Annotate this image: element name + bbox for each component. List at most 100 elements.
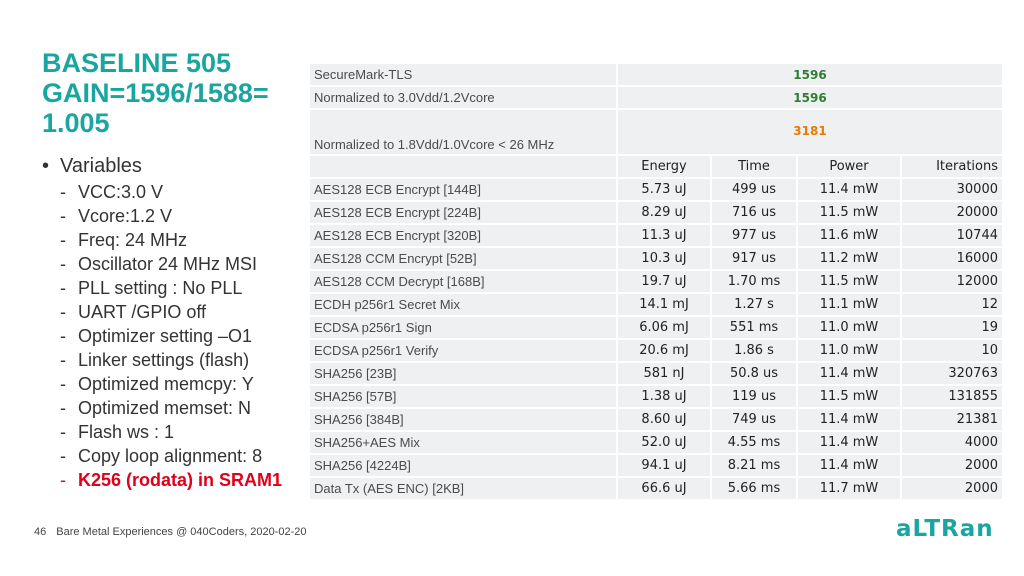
title-line: 1.005 (42, 108, 110, 138)
variables-label: Variables (60, 155, 142, 177)
energy-cell: 6.06 mJ (618, 317, 710, 338)
setting-text: UART /GPIO off (78, 302, 207, 322)
table-row: ECDSA p256r1 Verify 20.6 mJ 1.86 s 11.0 mW 1… (310, 340, 1002, 361)
title-line: GAIN=1596/1588= (42, 78, 269, 108)
slide-title: BASELINE 505 GAIN=1596/1588= 1.005 (42, 48, 302, 138)
title-line: BASELINE 505 (42, 48, 232, 78)
column-header-iterations: Iterations (902, 156, 1002, 177)
time-cell: 551 ms (712, 317, 796, 338)
table-row: ECDSA p256r1 Sign 6.06 mJ 551 ms 11.0 mW 19 (310, 317, 1002, 338)
bullet-icon: • (42, 155, 50, 177)
energy-cell: 20.6 mJ (618, 340, 710, 361)
energy-cell: 581 nJ (618, 363, 710, 384)
setting-text: Optimized memset: N (78, 398, 252, 418)
variables-heading: • Variables (42, 152, 312, 180)
benchmark-name: Data Tx (AES ENC) [2KB] (310, 478, 616, 499)
time-cell: 119 us (712, 386, 796, 407)
time-cell: 977 us (712, 225, 796, 246)
iterations-cell: 4000 (902, 432, 1002, 453)
setting-item: - Optimized memset: N (60, 398, 252, 418)
highlight-setting-text: K256 (rodata) in SRAM1 (78, 470, 283, 490)
power-cell: 11.0 mW (798, 317, 900, 338)
power-cell: 11.2 mW (798, 248, 900, 269)
iterations-cell: 30000 (902, 179, 1002, 200)
footer-text: Bare Metal Experiences @ 040Coders, 2020… (56, 526, 307, 538)
setting-text: PLL setting : No PLL (78, 278, 243, 298)
column-header-power: Power (798, 156, 900, 177)
setting-text: Copy loop alignment: 8 (78, 446, 263, 466)
benchmark-table: SecureMark-TLS 1596 Normalized to 3.0Vdd… (308, 62, 1004, 501)
time-cell: 5.66 ms (712, 478, 796, 499)
table-row: AES128 CCM Decrypt [168B] 19.7 uJ 1.70 ms 1… (310, 271, 1002, 292)
iterations-cell: 20000 (902, 202, 1002, 223)
benchmark-name: AES128 CCM Decrypt [168B] (310, 271, 616, 292)
energy-cell: 10.3 uJ (618, 248, 710, 269)
benchmark-name: AES128 ECB Encrypt [144B] (310, 179, 616, 200)
benchmark-name: ECDH p256r1 Secret Mix (310, 294, 616, 315)
setting-item: - UART /GPIO off (60, 302, 207, 322)
benchmark-name: AES128 CCM Encrypt [52B] (310, 248, 616, 269)
power-cell: 11.4 mW (798, 455, 900, 476)
energy-cell: 52.0 uJ (618, 432, 710, 453)
iterations-cell: 10 (902, 340, 1002, 361)
iterations-cell: 21381 (902, 409, 1002, 430)
benchmark-name: ECDSA p256r1 Sign (310, 317, 616, 338)
column-header-time: Time (712, 156, 796, 177)
benchmark-name: SHA256 [57B] (310, 386, 616, 407)
power-cell: 11.0 mW (798, 340, 900, 361)
energy-cell: 8.29 uJ (618, 202, 710, 223)
summary-row: Normalized to 1.8Vdd/1.0Vcore < 26 MHz 3… (310, 110, 1002, 154)
setting-text: Oscillator 24 MHz MSI (78, 254, 258, 274)
power-cell: 11.6 mW (798, 225, 900, 246)
iterations-cell: 16000 (902, 248, 1002, 269)
setting-item: - Flash ws : 1 (60, 422, 175, 442)
time-cell: 4.55 ms (712, 432, 796, 453)
benchmark-name: SHA256 [4224B] (310, 455, 616, 476)
time-cell: 1.70 ms (712, 271, 796, 292)
iterations-cell: 320763 (902, 363, 1002, 384)
iterations-cell: 12 (902, 294, 1002, 315)
table-row: SHA256 [23B] 581 nJ 50.8 us 11.4 mW 320763 (310, 363, 1002, 384)
normalized-value: 1596 (618, 87, 1002, 108)
power-cell: 11.5 mW (798, 386, 900, 407)
setting-text: VCC:3.0 V (78, 182, 164, 202)
setting-item: - Copy loop alignment: 8 (60, 446, 263, 466)
benchmark-name: AES128 ECB Encrypt [320B] (310, 225, 616, 246)
power-cell: 11.5 mW (798, 202, 900, 223)
time-cell: 716 us (712, 202, 796, 223)
energy-cell: 19.7 uJ (618, 271, 710, 292)
time-cell: 1.86 s (712, 340, 796, 361)
table-row: AES128 ECB Encrypt [224B] 8.29 uJ 716 us 11… (310, 202, 1002, 223)
power-cell: 11.4 mW (798, 409, 900, 430)
energy-cell: 94.1 uJ (618, 455, 710, 476)
table-row: SHA256 [4224B] 94.1 uJ 8.21 ms 11.4 mW 2000 (310, 455, 1002, 476)
footer: 46 Bare Metal Experiences @ 040Coders, 20… (34, 526, 307, 538)
setting-item: - Oscillator 24 MHz MSI (60, 254, 258, 274)
normalized-label: Normalized to 3.0Vdd/1.2Vcore (310, 87, 616, 108)
energy-cell: 1.38 uJ (618, 386, 710, 407)
normalized18-value: 3181 (618, 110, 1002, 154)
variables-list: • Variables - VCC:3.0 V - Vcore:1.2 V - Freq… (42, 152, 312, 492)
table-row: AES128 CCM Encrypt [52B] 10.3 uJ 917 us 11.… (310, 248, 1002, 269)
power-cell: 11.1 mW (798, 294, 900, 315)
normalized18-label: Normalized to 1.8Vdd/1.0Vcore < 26 MHz (310, 110, 616, 154)
summary-row: Normalized to 3.0Vdd/1.2Vcore 1596 (310, 87, 1002, 108)
slide: BASELINE 505 GAIN=1596/1588= 1.005 • Vari… (0, 0, 1024, 576)
iterations-cell: 10744 (902, 225, 1002, 246)
securemark-value: 1596 (618, 64, 1002, 85)
table-row: AES128 ECB Encrypt [144B] 5.73 uJ 499 us 11… (310, 179, 1002, 200)
time-cell: 749 us (712, 409, 796, 430)
benchmark-table-wrapper: SecureMark-TLS 1596 Normalized to 3.0Vdd… (308, 62, 1004, 501)
benchmark-name: SHA256+AES Mix (310, 432, 616, 453)
setting-item: - Freq: 24 MHz (60, 230, 188, 250)
header-spacer (310, 156, 616, 177)
iterations-cell: 12000 (902, 271, 1002, 292)
benchmark-name: SHA256 [384B] (310, 409, 616, 430)
benchmark-name: AES128 ECB Encrypt [224B] (310, 202, 616, 223)
power-cell: 11.4 mW (798, 363, 900, 384)
setting-text: Freq: 24 MHz (78, 230, 188, 250)
time-cell: 499 us (712, 179, 796, 200)
iterations-cell: 2000 (902, 455, 1002, 476)
power-cell: 11.4 mW (798, 432, 900, 453)
iterations-cell: 19 (902, 317, 1002, 338)
